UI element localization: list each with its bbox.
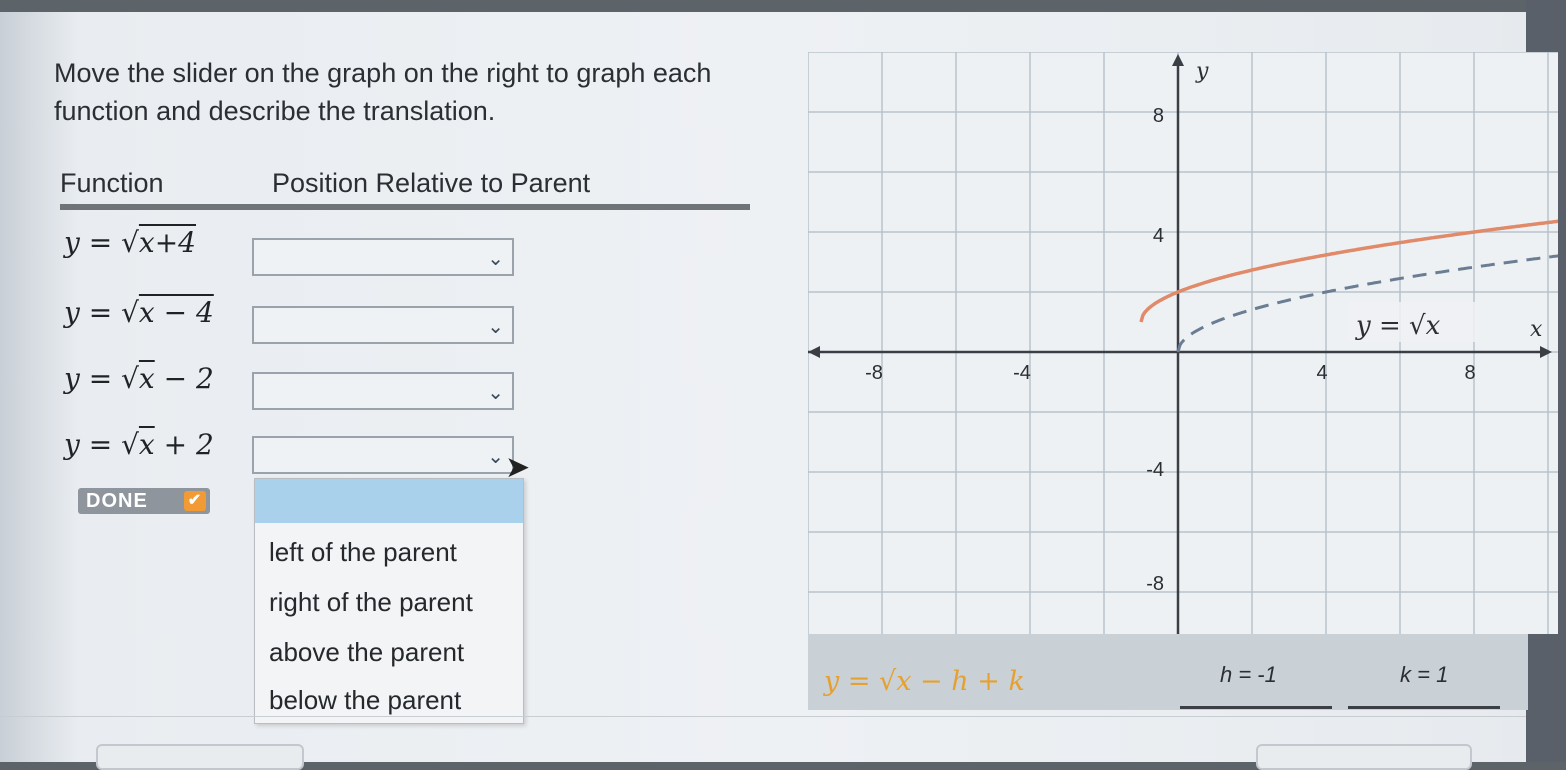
position-select-1[interactable]: ⌄ xyxy=(252,238,514,276)
y-tick-label: 4 xyxy=(1153,225,1164,247)
dropdown-option-below[interactable]: below the parent xyxy=(269,685,461,716)
h-slider[interactable] xyxy=(1180,706,1332,709)
previous-button[interactable] xyxy=(96,744,304,770)
x-tick-label: -8 xyxy=(865,362,883,384)
function-row-2: y = √x − 4 xyxy=(64,296,214,329)
footer-divider xyxy=(0,716,1526,717)
x-tick-label: 8 xyxy=(1464,362,1475,384)
slider-panel: y = √x − h + k h = -1 k = 1 xyxy=(808,634,1528,710)
y-tick-label: -4 xyxy=(1146,459,1164,481)
function-radicand: x+4 xyxy=(138,226,196,259)
dropdown-option-right[interactable]: right of the parent xyxy=(269,587,473,618)
function-row-1: y = √x+4 xyxy=(64,226,196,259)
y-tick-label: 8 xyxy=(1153,105,1164,127)
x-axis-label: x xyxy=(1530,317,1543,342)
chevron-down-icon: ⌄ xyxy=(487,382,504,404)
instructions-text: Move the slider on the graph on the righ… xyxy=(54,58,712,126)
x-tick-label: 4 xyxy=(1316,362,1327,384)
next-button[interactable] xyxy=(1256,744,1472,770)
x-tick-label: -4 xyxy=(1013,362,1031,384)
dropdown-option-above[interactable]: above the parent xyxy=(269,637,464,668)
header-divider xyxy=(60,204,750,210)
k-slider[interactable] xyxy=(1348,706,1500,709)
function-prefix: y = √ xyxy=(64,296,139,329)
y-tick-label: -8 xyxy=(1146,573,1164,595)
coordinate-graph[interactable]: y x -8 -4 4 8 8 4 -4 -8 y = √x xyxy=(808,52,1558,634)
position-select-2[interactable]: ⌄ xyxy=(252,306,514,344)
function-radicand: x − 4 xyxy=(138,296,214,329)
general-equation: y = √x − h + k xyxy=(824,666,1025,697)
dropdown-option-left[interactable]: left of the parent xyxy=(269,537,457,568)
h-slider-label: h = -1 xyxy=(1220,662,1277,687)
function-row-3: y = √x − 2 xyxy=(64,362,214,395)
chevron-down-icon: ⌄ xyxy=(487,316,504,338)
function-radicand: x xyxy=(138,428,155,461)
function-prefix: y = √ xyxy=(64,226,139,259)
function-prefix: y = √ xyxy=(64,428,139,461)
column-header-function: Function xyxy=(60,168,164,198)
column-header-position: Position Relative to Parent xyxy=(272,168,591,198)
position-dropdown-menu: left of the parent right of the parent a… xyxy=(254,478,524,724)
checkmark-icon: ✔ xyxy=(184,491,206,511)
mouse-pointer-icon: ➤ xyxy=(505,451,531,484)
function-radicand: x xyxy=(138,362,155,395)
function-tail: − 2 xyxy=(154,362,214,395)
k-slider-label: k = 1 xyxy=(1400,662,1449,687)
chevron-down-icon: ⌄ xyxy=(487,248,504,270)
dropdown-option-blank[interactable] xyxy=(255,479,523,523)
position-select-4[interactable]: ⌄ xyxy=(252,436,514,474)
position-select-3[interactable]: ⌄ xyxy=(252,372,514,410)
function-prefix: y = √ xyxy=(64,362,139,395)
parent-function-label: y = √x xyxy=(1355,311,1441,341)
function-tail: + 2 xyxy=(154,428,214,461)
done-button[interactable]: DONE ✔ xyxy=(78,488,210,514)
chevron-down-icon: ⌄ xyxy=(487,446,504,468)
y-axis-label: y xyxy=(1195,59,1209,84)
function-row-4: y = √x + 2 xyxy=(64,428,214,461)
done-label: DONE xyxy=(86,490,148,512)
